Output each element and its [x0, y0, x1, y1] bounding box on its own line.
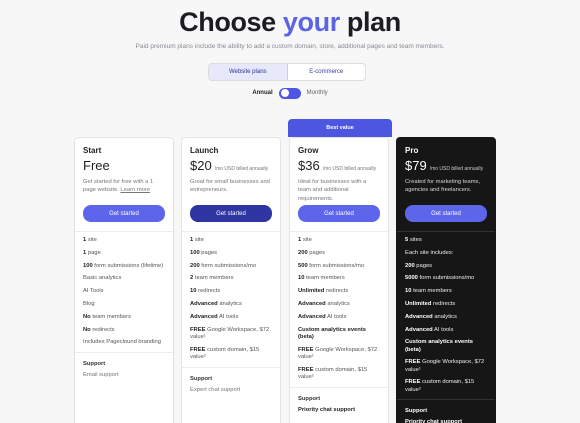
feature-item: No team members	[83, 313, 132, 320]
monthly-label: Monthly	[306, 90, 328, 96]
support-divider	[75, 352, 173, 354]
feature-item: 200 pages	[298, 249, 326, 256]
feature-item: 200 form submissions/mo	[190, 262, 257, 269]
billing-toggle[interactable]	[278, 87, 301, 99]
price-row: $36/mo USD billed annually	[298, 158, 380, 174]
plan-description: Created for marketing teams, agencies an…	[405, 179, 481, 194]
feature-item: Basic analytics	[83, 275, 122, 282]
page-title: Choose your plan	[179, 7, 401, 37]
feature-item: FREE custom domain, $15 value²	[190, 346, 260, 360]
get-started-button[interactable]: Get started	[405, 205, 487, 222]
support-divider	[290, 386, 388, 388]
plan-price: $20	[190, 158, 212, 173]
support-heading: Support	[190, 375, 213, 382]
plan-price: Free	[83, 158, 110, 173]
divider	[182, 231, 280, 232]
billing-toggle-row: Annual Monthly	[0, 87, 580, 99]
price-note: /mo USD billed annually	[322, 166, 377, 172]
plan-type-switch: Website plans E-commerce	[208, 63, 366, 81]
feature-item: 500 form submissions/mo	[298, 262, 365, 269]
tab-e-commerce[interactable]: E-commerce	[288, 64, 366, 80]
plan-card-pro: Pro $79/mo USD billed annually Created for…	[396, 137, 496, 423]
feature-item: Unlimited redirects	[405, 300, 456, 307]
feature-list: 1 site 1 page 100 form submissions (lifeti…	[83, 237, 165, 347]
feature-item: 5000 form submissions/mo	[405, 275, 475, 282]
feature-item: Unlimited redirects	[298, 288, 349, 295]
learn-more-link[interactable]: Learn more	[120, 187, 150, 193]
feature-item: Advanced analytics	[405, 313, 457, 320]
title-accent: your	[282, 7, 340, 37]
support-value: Priority chat support	[405, 419, 463, 423]
price-note: /mo USD billed annually	[429, 166, 484, 172]
feature-item: 1 site	[298, 237, 312, 243]
feature-item: 10 redirects	[190, 288, 221, 295]
plan-price: $79	[405, 158, 427, 173]
annual-label: Annual	[252, 90, 273, 96]
feature-item: FREE custom domain, $15 value²	[298, 366, 368, 380]
plan-card-launch: Launch $20/mo USD billed annually Great fo…	[181, 137, 281, 423]
toggle-knob	[280, 89, 289, 97]
price-note: /mo USD billed annually	[214, 166, 269, 172]
feature-item: Advanced AI tools	[190, 313, 239, 320]
feature-list: 5 sites Each site includes: 200 pages 5000 …	[405, 237, 487, 394]
divider	[75, 231, 173, 232]
feature-item: FREE Google Workspace, $72 value¹	[190, 326, 270, 340]
support-value: Priority chat support	[298, 406, 356, 413]
plan-description: Ideal for businesses with a team and add…	[298, 179, 367, 202]
plan-card-grow: Grow $36/mo USD billed annually Ideal for …	[289, 137, 389, 423]
price-row: Free	[83, 158, 165, 174]
plan-name: Grow	[298, 146, 319, 155]
support-divider	[397, 399, 495, 401]
divider	[290, 231, 388, 232]
feature-item: FREE custom domain, $15 value²	[405, 379, 475, 393]
get-started-button[interactable]: Get started	[298, 205, 380, 222]
plan-name: Launch	[190, 146, 219, 155]
feature-item: Custom analytics events (beta)	[298, 326, 366, 340]
support-heading: Support	[298, 395, 321, 402]
price-row: $20/mo USD billed annually	[190, 158, 272, 174]
support-heading: Support	[83, 361, 106, 368]
feature-item: Includes Pageclound branding	[83, 339, 161, 346]
feature-item: 2 team members	[190, 275, 234, 282]
plan-name: Pro	[405, 146, 419, 155]
feature-item: No redirects	[83, 326, 115, 333]
feature-item: 5 sites	[405, 237, 422, 243]
feature-item: FREE Google Workspace, $72 value¹	[298, 346, 378, 360]
feature-item: 10 team members	[405, 288, 452, 295]
feature-item: Each site includes:	[405, 249, 454, 256]
feature-item: Advanced AI tools	[405, 326, 454, 333]
support-value: Email support	[83, 372, 119, 379]
plan-description: Great for small businesses and entrepren…	[190, 179, 270, 194]
feature-item: 1 page	[83, 249, 101, 256]
support-heading: Support	[405, 408, 428, 415]
get-started-button[interactable]: Get started	[83, 205, 165, 222]
page-subtitle: Paid premium plans include the ability t…	[135, 43, 445, 50]
feature-item: Advanced AI tools	[298, 313, 347, 320]
plan-price: $36	[298, 158, 320, 173]
feature-item: Blog	[83, 300, 95, 307]
feature-item: Advanced analytics	[190, 300, 242, 307]
feature-item: 10 team members	[298, 275, 345, 282]
feature-item: AI Tools	[83, 288, 104, 295]
feature-item: Custom analytics events (beta)	[405, 339, 473, 353]
plan-name: Start	[83, 146, 102, 155]
feature-list: 1 site 200 pages 500 form submissions/mo 10…	[298, 237, 380, 381]
plan-description: Get started for free with a 1 page websi…	[83, 179, 154, 194]
feature-item: 1 site	[83, 237, 97, 243]
feature-item: 1 site	[190, 237, 204, 243]
feature-item: FREE Google Workspace, $72 value¹	[405, 359, 485, 373]
plan-card-start: Start Free Get started for free with a 1 p…	[74, 137, 174, 423]
tab-website-plans[interactable]: Website plans	[209, 64, 288, 80]
feature-item: 100 form submissions (lifetime)	[83, 262, 164, 269]
best-value-badge: Best value	[288, 119, 392, 137]
feature-item: Advanced analytics	[298, 300, 350, 307]
feature-item: 200 pages	[405, 262, 433, 269]
divider	[397, 231, 495, 232]
support-divider	[182, 366, 280, 368]
support-value: Expert chat support	[190, 386, 241, 393]
feature-list: 1 site 100 pages 200 form submissions/mo 2 …	[190, 237, 272, 361]
get-started-button[interactable]: Get started	[190, 205, 272, 222]
price-row: $79/mo USD billed annually	[405, 158, 487, 174]
feature-item: 100 pages	[190, 249, 218, 256]
